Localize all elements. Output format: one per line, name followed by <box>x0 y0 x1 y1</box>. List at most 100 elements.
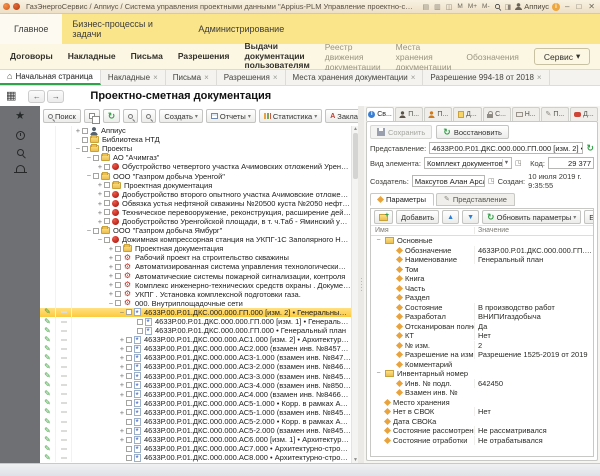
expander-icon[interactable]: − <box>375 370 382 377</box>
history-clock-icon[interactable] <box>16 131 25 140</box>
checkbox[interactable] <box>82 146 88 152</box>
checkbox[interactable] <box>104 182 110 188</box>
open-kind-icon[interactable]: ◳ <box>515 160 522 167</box>
checkbox[interactable] <box>115 255 121 261</box>
tree-row[interactable]: ✎+4633Р.00.Р.01.ДКС.000.000.АС3-3.000 (в… <box>40 372 351 381</box>
parameter-row[interactable]: СостояниеВ производство работ <box>371 303 593 313</box>
parameter-row[interactable]: Часть <box>371 284 593 294</box>
tab-2[interactable]: Письма× <box>166 70 217 85</box>
favorites-icon[interactable]: ★ <box>15 111 25 122</box>
expander-icon[interactable]: − <box>375 237 382 244</box>
tree-row[interactable]: ✎4633Р.00.Р.01.ДКС.000.000.АС8.000 • Арх… <box>40 453 351 462</box>
expander-icon[interactable]: + <box>96 190 104 198</box>
checkbox[interactable] <box>126 373 132 379</box>
parameter-group-row[interactable]: −Основные <box>371 236 593 246</box>
parameter-row[interactable]: Книга <box>371 274 593 284</box>
tree-row[interactable]: Библиотека НТД <box>40 135 351 144</box>
subsystem-item-3[interactable]: Разрешения <box>178 52 230 61</box>
checkbox[interactable] <box>126 437 132 443</box>
expander-icon[interactable]: + <box>118 381 126 389</box>
copy-button[interactable] <box>84 109 100 123</box>
subsystem-item-2[interactable]: Письма <box>131 52 163 61</box>
tree-row[interactable]: −⚙000. Внутриплощадочные сети <box>40 299 351 308</box>
tree-row[interactable]: ✎+4633Р.00.Р.01.ДКС.000.000.АС1.000 [изм… <box>40 335 351 344</box>
move-up-button[interactable]: ▲ <box>442 210 459 224</box>
checkbox[interactable] <box>115 246 121 252</box>
close-icon[interactable]: × <box>537 73 542 82</box>
expander-icon[interactable]: + <box>118 363 126 371</box>
tree-row[interactable]: −АО "Ачимгаз" <box>40 153 351 162</box>
checkbox[interactable] <box>104 191 110 197</box>
tree-row[interactable]: +⚙Рабочий проект на строительство скважи… <box>40 253 351 262</box>
parameter-row[interactable]: Нет в СВОКНет <box>371 407 593 417</box>
checkbox[interactable] <box>104 237 110 243</box>
inspector-tab-2[interactable]: П... <box>424 107 452 121</box>
service-button[interactable]: Сервис▾ <box>534 48 590 65</box>
main-menu-grid-icon[interactable]: ▦ <box>6 91 16 102</box>
tree-row[interactable]: +⚙Автоматизированная система управления … <box>40 262 351 271</box>
checkbox[interactable] <box>104 200 110 206</box>
parameter-row[interactable]: № изм.2 <box>371 341 593 351</box>
checkbox[interactable] <box>126 355 132 361</box>
expander-icon[interactable]: + <box>118 354 126 362</box>
restore-button[interactable]: ↻Восстановить <box>436 125 509 139</box>
tree-row[interactable]: +Техническое перевооружение, реконструкц… <box>40 208 351 217</box>
memory-mminus-button[interactable]: M- <box>481 3 491 10</box>
checkbox[interactable] <box>126 400 132 406</box>
parameter-row[interactable]: Состояние отработкиНе отрабатывался <box>371 436 593 446</box>
tree-row[interactable]: ✎+4633Р.00.Р.01.ДКС.000.000.АС3-1.000 (в… <box>40 353 351 362</box>
tree-row[interactable]: ✎4633Р.00.Р.01.ДКС.000.000.АС5-2.000 • К… <box>40 417 351 426</box>
section-item-1[interactable]: Бизнес-процессы и задачи <box>62 14 184 44</box>
parameter-row[interactable]: Разрешение на изменениеРазрешение 1525-2… <box>371 350 593 360</box>
expander-icon[interactable]: + <box>118 427 126 435</box>
parameter-row[interactable]: Дата СВОКа <box>371 417 593 427</box>
expander-icon[interactable]: + <box>118 409 126 417</box>
close-icon[interactable]: × <box>411 73 416 82</box>
expander-icon[interactable]: − <box>85 154 93 162</box>
subsystem-item-1[interactable]: Накладные <box>68 52 116 61</box>
tree-row[interactable]: ✎−4633Р.00.Р.01.ДКС.000.000.ГП.000 [изм.… <box>40 308 351 317</box>
minimize-button[interactable]: – <box>563 2 571 11</box>
checkbox[interactable] <box>126 446 132 452</box>
parameter-row[interactable]: РазработалВНИПИгаздобыча <box>371 312 593 322</box>
app-icon[interactable] <box>3 3 10 10</box>
memory-mplus-button[interactable]: M+ <box>467 3 478 10</box>
subsystem-secondary-0[interactable]: Реестр движения документации <box>325 42 381 72</box>
add-group-button[interactable] <box>374 210 393 224</box>
tab-5[interactable]: Разрешение 994-18 от 2018× <box>423 70 549 85</box>
update-params-button[interactable]: ↻Обновить параметры▾ <box>482 210 581 224</box>
tree-row[interactable]: +⚙Автоматические системы пожарной сигнал… <box>40 272 351 281</box>
checkbox[interactable] <box>126 346 132 352</box>
close-icon[interactable]: × <box>204 73 209 82</box>
tab-4[interactable]: Места хранения документации× <box>286 70 424 85</box>
checkbox[interactable] <box>115 273 121 279</box>
tree-row[interactable]: ✎+4633Р.00.Р.01.ДКС.000.000.АС3-2.000 (в… <box>40 362 351 371</box>
tree-row[interactable]: −ООО "Газпром добыча Уренгой" <box>40 171 351 180</box>
expander-icon[interactable]: − <box>118 309 126 317</box>
expander-icon[interactable]: + <box>118 345 126 353</box>
maximize-button[interactable]: □ <box>574 2 583 11</box>
tab-parameters[interactable]: Параметры <box>370 193 434 206</box>
tree-row[interactable]: +Дообустройство второго опытного участка… <box>40 190 351 199</box>
checkbox[interactable] <box>126 428 132 434</box>
find-next-button[interactable] <box>141 109 156 123</box>
expander-icon[interactable]: + <box>96 163 104 171</box>
parameter-row[interactable]: Взамен инв. № <box>371 388 593 398</box>
expander-icon[interactable]: + <box>107 245 115 253</box>
expander-icon[interactable]: + <box>118 336 126 344</box>
back-button[interactable]: ← <box>28 90 45 103</box>
refresh-button[interactable]: ↻ <box>103 109 121 123</box>
clipboard-icon[interactable]: ▤ <box>422 3 431 11</box>
params-more-button[interactable]: Еще▾ <box>584 210 594 224</box>
reports-button[interactable]: Отчеты▾ <box>206 109 256 123</box>
tree-row[interactable]: ✎+4633Р.00.Р.01.ДКС.000.000.АС3-4.000 (в… <box>40 381 351 390</box>
search-button[interactable]: Поиск <box>43 109 81 123</box>
expander-icon[interactable]: + <box>107 254 115 262</box>
move-down-button[interactable]: ▼ <box>462 210 479 224</box>
parameter-row[interactable]: Обозначение4633Р.00.Р.01.ДКС.000.000.ГП.… <box>371 246 593 256</box>
checkbox[interactable] <box>104 218 110 224</box>
parameter-group-row[interactable]: −Инвентарный номер <box>371 369 593 379</box>
checkbox[interactable] <box>126 419 132 425</box>
checkbox[interactable] <box>126 309 132 315</box>
tree-scrollbar[interactable]: ▲ ▼ <box>351 126 358 463</box>
